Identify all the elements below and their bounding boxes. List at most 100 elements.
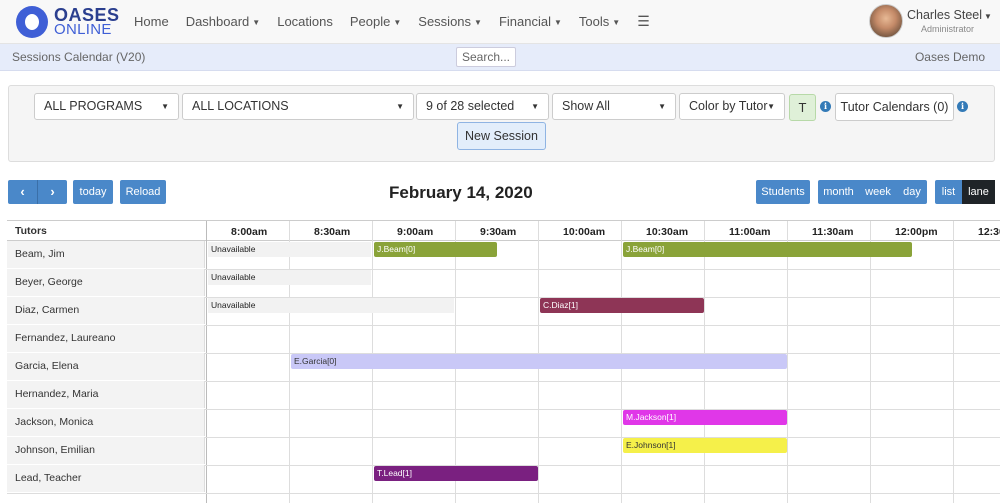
nav-item-label: Locations <box>277 14 333 29</box>
tutor-name: Johnson, Emilian <box>7 437 205 464</box>
nav-item-locations[interactable]: Locations <box>277 14 333 29</box>
nav-item-label: Financial <box>498 14 551 29</box>
locations-select-value: ALL LOCATIONS <box>192 99 289 113</box>
caret-down-icon: ▼ <box>612 18 621 28</box>
next-button[interactable]: › <box>37 180 67 204</box>
nav-item-tools[interactable]: Tools ▼ <box>579 14 620 29</box>
time-slot-label: 11:00am <box>729 226 771 238</box>
caret-down-icon: ▼ <box>161 102 169 111</box>
show-select-value: Show All <box>562 99 610 113</box>
mode-lane-button[interactable]: lane <box>962 180 995 204</box>
session-event[interactable]: J.Beam[0] <box>374 242 497 257</box>
time-slot-label: 12:00pm <box>895 226 938 238</box>
tutor-row[interactable]: Beyer, George <box>7 269 1000 298</box>
sub-header-bar: Sessions Calendar (V20) Search... Oases … <box>0 44 1000 71</box>
nav-item-label: Tools <box>578 14 610 29</box>
time-slot-label: 8:30am <box>314 226 351 238</box>
t-toggle-button[interactable]: T <box>789 94 816 121</box>
chevron-down-icon: ▼ <box>984 12 992 21</box>
time-slot-label: 11:30am <box>812 226 854 238</box>
unavailable-block: Unavailable <box>208 242 371 257</box>
nav-item-home[interactable]: Home <box>134 14 169 29</box>
top-navbar: OASES ONLINE Home Dashboard ▼ Locations Peop… <box>0 0 1000 44</box>
user-menu[interactable]: Charles Steel ▼ Administrator <box>869 4 994 40</box>
tutor-row[interactable]: Diaz, Carmen <box>7 297 1000 326</box>
new-session-button[interactable]: New Session <box>457 122 546 150</box>
reload-button[interactable]: Reload <box>120 180 166 204</box>
tutor-row[interactable]: Jackson, Monica <box>7 409 1000 438</box>
tutor-name: Beam, Jim <box>7 241 205 268</box>
tutor-name: Diaz, Carmen <box>7 297 205 324</box>
nav-item-label: People <box>349 14 391 29</box>
nav-item-sessions[interactable]: Sessions ▼ <box>418 14 482 29</box>
color-by-select-value: Color by Tutor <box>689 99 768 113</box>
session-event[interactable]: E.Garcia[0] <box>291 354 787 369</box>
chevron-right-icon: › <box>50 184 55 199</box>
time-slot-label: 10:30am <box>646 226 689 238</box>
tutor-name: Fernandez, Laureano <box>7 325 205 352</box>
tutor-name: Beyer, George <box>7 269 205 296</box>
user-role: Administrator <box>921 24 975 34</box>
nav-item-dashboard[interactable]: Dashboard ▼ <box>186 14 261 29</box>
caret-down-icon: ▼ <box>658 102 666 111</box>
time-slot-label: 10:00am <box>563 226 606 238</box>
calendar-date-title: February 14, 2020 <box>389 183 533 202</box>
view-week-button[interactable]: week <box>859 180 897 204</box>
mode-list-button[interactable]: list <box>935 180 962 204</box>
caret-down-icon: ▼ <box>474 18 482 28</box>
chevron-left-icon: ‹ <box>20 184 25 199</box>
caret-down-icon: ▼ <box>252 18 261 28</box>
tutor-multiselect[interactable]: 9 of 28 selected ▼ <box>416 93 549 120</box>
tutor-name: Jackson, Monica <box>7 409 205 436</box>
nav-item-label: Sessions <box>418 14 472 29</box>
time-slot-label: 8:00am <box>231 226 268 238</box>
locations-select[interactable]: ALL LOCATIONS ▼ <box>182 93 414 120</box>
user-name: Charles Steel <box>907 8 983 22</box>
session-event[interactable]: M.Jackson[1] <box>623 410 787 425</box>
oases-logo[interactable]: OASES ONLINE <box>16 4 119 40</box>
color-by-select[interactable]: Color by Tutor ▼ <box>679 93 785 120</box>
time-slot-label: 9:00am <box>397 226 434 238</box>
search-input[interactable]: Search... <box>456 47 516 67</box>
caret-down-icon: ▼ <box>553 18 562 28</box>
nav-item-people[interactable]: People ▼ <box>350 14 401 29</box>
session-event[interactable]: T.Lead[1] <box>374 466 538 481</box>
caret-down-icon: ▼ <box>767 102 775 111</box>
tutor-row[interactable]: Fernandez, Laureano <box>7 325 1000 354</box>
programs-select-value: ALL PROGRAMS <box>44 99 143 113</box>
nav-item-label: Dashboard <box>185 14 250 29</box>
view-month-button[interactable]: month <box>818 180 859 204</box>
page-title: Sessions Calendar (V20) <box>12 50 146 64</box>
time-slot-label: 9:30am <box>480 226 517 238</box>
caret-down-icon: ▼ <box>531 102 539 111</box>
session-event[interactable]: E.Johnson[1] <box>623 438 787 453</box>
tutor-name: Garcia, Elena <box>7 353 205 380</box>
info-icon[interactable]: i <box>957 101 968 112</box>
avatar[interactable] <box>869 4 903 38</box>
students-button[interactable]: Students <box>756 180 810 204</box>
prev-button[interactable]: ‹ <box>8 180 37 204</box>
unavailable-block: Unavailable <box>208 298 454 313</box>
nav-item-label: Home <box>134 14 169 29</box>
main-menu: Home Dashboard ▼ Locations People ▼ Sessions ▼ F… <box>134 0 667 43</box>
session-event[interactable]: C.Diaz[1] <box>540 298 704 313</box>
info-icon[interactable]: i <box>820 101 831 112</box>
programs-select[interactable]: ALL PROGRAMS ▼ <box>34 93 179 120</box>
caret-down-icon: ▼ <box>393 18 402 28</box>
today-button[interactable]: today <box>73 180 113 204</box>
time-slot-label: 12:30pm <box>978 226 1000 238</box>
tutor-multiselect-value: 9 of 28 selected <box>426 99 515 113</box>
tutor-calendars-button[interactable]: Tutor Calendars (0) <box>835 93 954 121</box>
tutor-row[interactable]: Johnson, Emilian <box>7 437 1000 466</box>
unavailable-block: Unavailable <box>208 270 371 285</box>
show-select[interactable]: Show All ▼ <box>552 93 676 120</box>
calendar-header-row: Tutors 8:00am 8:30am 9:00am 9:30am 10:00am 10… <box>7 221 1000 241</box>
session-event[interactable]: J.Beam[0] <box>623 242 912 257</box>
calendar-grid: Tutors 8:00am 8:30am 9:00am 9:30am 10:00am 10… <box>7 220 1000 503</box>
logo-mark-icon <box>16 6 48 38</box>
list-icon[interactable]: ☰ <box>637 13 650 30</box>
nav-item-financial[interactable]: Financial ▼ <box>499 14 562 29</box>
filter-panel: ALL PROGRAMS ▼ ALL LOCATIONS ▼ 9 of 28 sel… <box>8 85 995 162</box>
view-day-button[interactable]: day <box>897 180 927 204</box>
tutor-row[interactable]: Hernandez, Maria <box>7 381 1000 410</box>
